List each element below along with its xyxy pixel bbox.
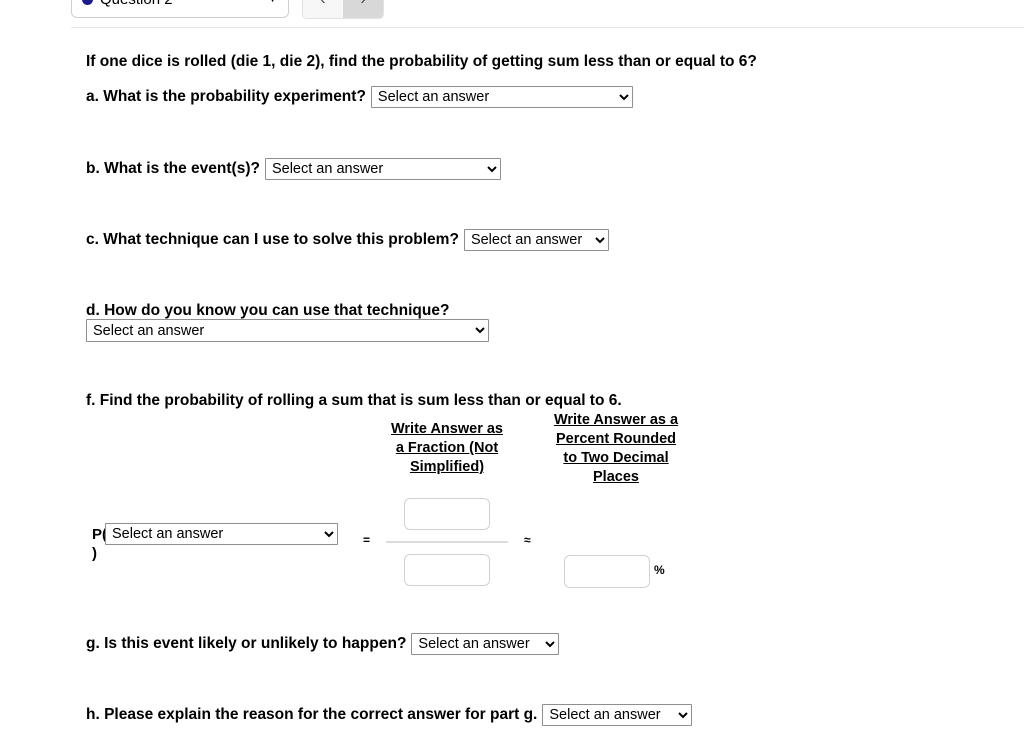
part-f-label: f. Find the probability of rolling a sum… [86, 392, 622, 409]
probability-answer-row: P( Select an answer ) = ≈ % [0, 498, 1024, 618]
percent-header-line-1: Write Answer as a [553, 412, 679, 428]
percent-header-line-2: Percent Rounded [555, 431, 677, 447]
part-c-row: c. What technique can I use to solve thi… [86, 229, 609, 251]
previous-question-button[interactable]: ‹ [303, 0, 343, 18]
numerator-input[interactable] [404, 498, 490, 530]
percent-sign: % [654, 563, 665, 577]
part-a-row: a. What is the probability experiment? S… [86, 86, 633, 108]
part-b-select[interactable]: Select an answer [264, 158, 501, 180]
probability-event-select[interactable]: Select an answer [105, 523, 338, 545]
percent-column-header: Write Answer as a Percent Rounded to Two… [546, 411, 686, 487]
percent-header-line-3: to Two Decimal [563, 450, 669, 466]
part-g-row: g. Is this event likely or unlikely to h… [86, 633, 560, 655]
chevron-down-icon[interactable]: ▼ [267, 0, 278, 5]
question-header: Question 2 ▼ ‹ › [0, 0, 1024, 28]
fraction-column-header: Write Answer as a Fraction (Not Simplifi… [383, 420, 511, 477]
part-h-select[interactable]: Select an answer [542, 704, 693, 726]
fraction-bar [386, 541, 508, 543]
part-d-label: d. How do you know you can use that tech… [86, 302, 450, 319]
part-g-label: g. Is this event likely or unlikely to h… [86, 635, 407, 652]
fraction-header-line-2: a Fraction (Not [395, 440, 499, 456]
question-selector-pill[interactable]: Question 2 ▼ [71, 0, 289, 18]
part-b-row: b. What is the event(s)? Select an answe… [86, 158, 501, 180]
percent-header-line-4: Places [593, 469, 639, 485]
part-h-label: h. Please explain the reason for the cor… [86, 706, 538, 723]
equals-sign: = [363, 533, 371, 547]
part-b-label: b. What is the event(s)? [86, 160, 260, 177]
fraction-header-line-3: Simplified) [409, 459, 485, 475]
fraction-answer-group [384, 498, 510, 586]
question-prompt: If one dice is rolled (die 1, die 2), fi… [86, 53, 757, 70]
percent-input[interactable] [564, 555, 650, 588]
probability-close-paren: ) [92, 545, 97, 562]
question-status-dot [82, 0, 93, 5]
denominator-input[interactable] [404, 554, 490, 586]
part-g-select[interactable]: Select an answer [411, 633, 560, 655]
question-pill-label: Question 2 [100, 0, 173, 8]
part-c-label: c. What technique can I use to solve thi… [86, 231, 459, 248]
question-nav-group: ‹ › [303, 0, 383, 18]
part-a-select[interactable]: Select an answer [370, 86, 633, 108]
next-question-button[interactable]: › [343, 0, 383, 18]
fraction-header-line-1: Write Answer as [390, 421, 503, 437]
header-divider [71, 27, 1024, 28]
part-d-select[interactable]: Select an answer [86, 319, 489, 342]
approximately-equal-sign: ≈ [524, 533, 531, 547]
part-c-select[interactable]: Select an answer [463, 229, 609, 251]
part-a-label: a. What is the probability experiment? [86, 88, 366, 105]
part-h-row: h. Please explain the reason for the cor… [86, 704, 693, 726]
